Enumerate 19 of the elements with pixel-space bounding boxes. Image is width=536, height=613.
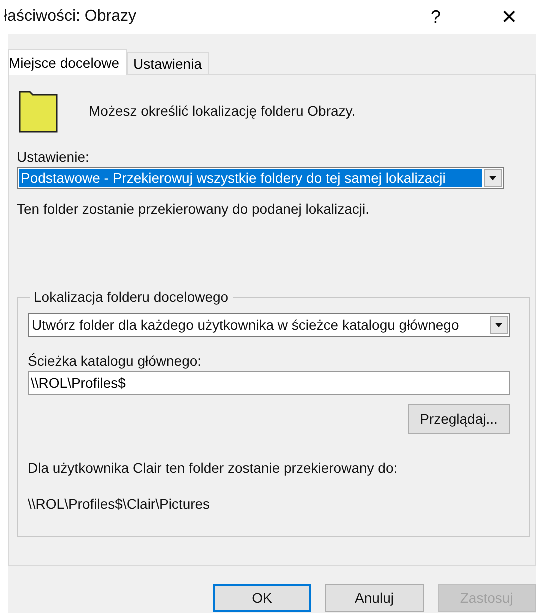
browse-button[interactable]: Przeglądaj... [408, 404, 510, 434]
path-label: Ścieżka katalogu głównego: [28, 353, 203, 369]
path-field[interactable]: \\ROL\Profiles$ [28, 371, 510, 395]
folder-icon [19, 89, 59, 133]
dialog-button[interactable]: OK [213, 584, 312, 612]
result-path: \\ROL\Profiles$\Clair\Pictures [28, 496, 212, 512]
dialog-button[interactable]: Anuluj [325, 584, 424, 612]
result-label: Dla użytkownika Clair ten folder zostanie przekierowany do: [28, 460, 399, 476]
window-title: łaściwości: Obrazy [4, 8, 138, 26]
close-button[interactable]: ✕ [491, 4, 528, 30]
group-legend: Lokalizacja folderu docelowego [30, 289, 233, 305]
setting-description: Ten folder zostanie przekierowany do podanej lokalizacji. [17, 201, 371, 217]
intro-text: Możesz określić lokalizację folderu Obrazy. [89, 103, 356, 119]
location-dropdown[interactable]: Utwórz folder dla każdego użytkownika w ścieżce katalogu głównego [28, 313, 510, 337]
setting-dropdown[interactable]: Podstawowe - Przekierowuj wszystkie foldery do tej samej lokalizacji [17, 167, 504, 189]
setting-label: Ustawienie: [17, 149, 90, 165]
tab[interactable]: Miejsce docelowe [8, 49, 126, 75]
tab[interactable]: Ustawienia [126, 52, 209, 74]
help-button[interactable]: ? [420, 6, 451, 28]
